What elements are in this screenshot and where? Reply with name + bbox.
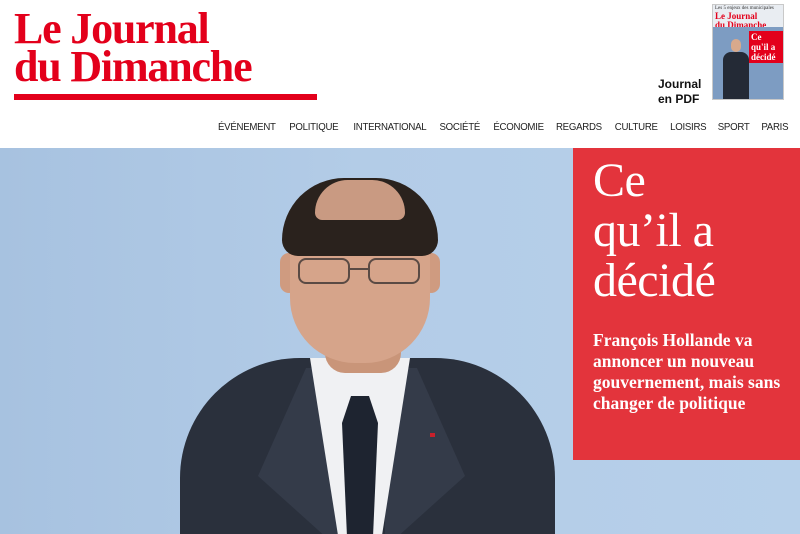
logo-line-2: du Dimanche	[14, 42, 253, 91]
hero-photo-person	[180, 168, 560, 534]
nav-item-sport[interactable]: SPORT	[718, 121, 750, 133]
nav-item-economie[interactable]: ÉCONOMIE	[493, 121, 544, 133]
nav-item-loisirs[interactable]: LOISIRS	[670, 121, 706, 133]
pdf-label-line-2: en PDF	[658, 92, 700, 106]
pdf-edition-thumbnail[interactable]: Les 5 enjeux des municipales Le Journal …	[712, 4, 784, 100]
thumb-person	[723, 39, 749, 99]
nav-item-international[interactable]: INTERNATIONAL	[354, 121, 427, 133]
hero-headline-line-2: qu’il a	[593, 204, 714, 257]
hero-headline-box[interactable]: Ce qu’il a décidé François Hollande va a…	[573, 148, 800, 460]
main-nav: ÉVÉNEMENT POLITIQUE INTERNATIONAL SOCIÉT…	[213, 121, 788, 133]
site-header: Le Journal du Dimanche Les 5 enjeux des …	[0, 0, 800, 148]
thumb-headline: Ce qu'il a décidé	[749, 31, 783, 63]
nav-item-paris[interactable]: PARIS	[761, 121, 788, 133]
pdf-edition-link[interactable]: Journal en PDF	[658, 77, 701, 107]
pdf-label-line-1: Journal	[658, 77, 702, 91]
site-logo[interactable]: Le Journal du Dimanche	[14, 7, 319, 100]
hero-headline-line-1: Ce	[593, 154, 646, 207]
nav-item-societe[interactable]: SOCIÉTÉ	[439, 121, 480, 133]
hero-headline: Ce qu’il a décidé	[593, 156, 798, 306]
nav-item-evenement[interactable]: ÉVÉNEMENT	[218, 121, 276, 133]
nav-item-politique[interactable]: POLITIQUE	[289, 121, 338, 133]
nav-item-culture[interactable]: CULTURE	[615, 121, 658, 133]
hero-headline-line-3: décidé	[593, 254, 716, 307]
nav-item-regards[interactable]: REGARDS	[556, 121, 602, 133]
hero-subheadline: François Hollande va annoncer un nouveau…	[593, 330, 781, 413]
logo-underline	[14, 94, 317, 100]
